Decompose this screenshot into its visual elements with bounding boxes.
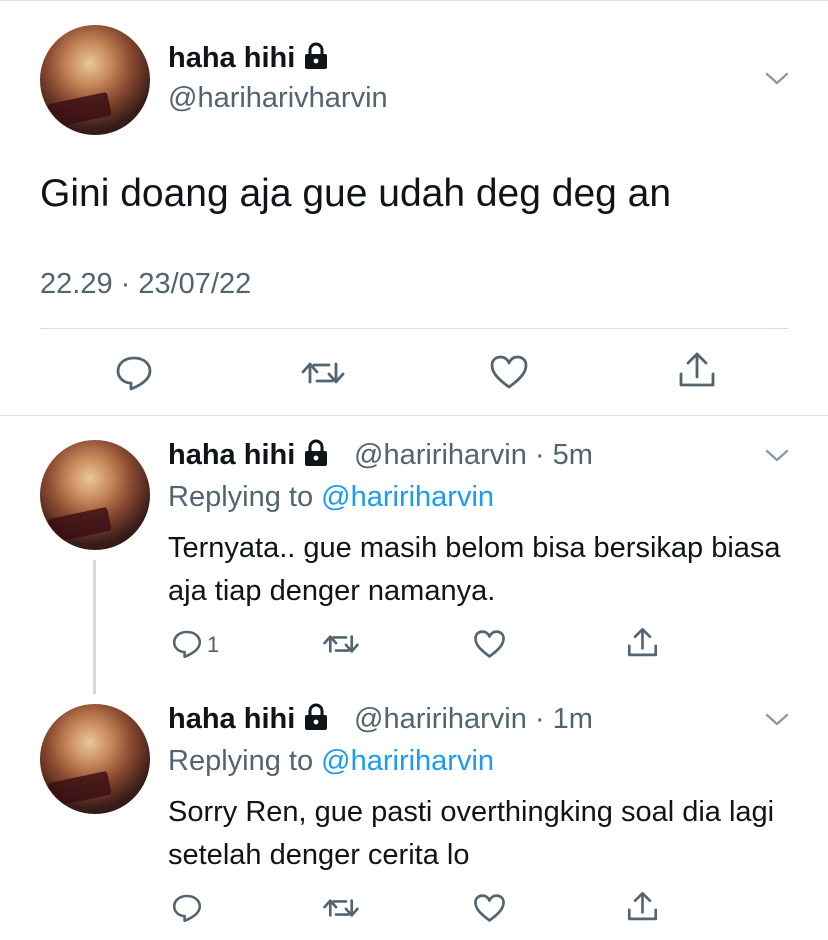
handle[interactable]: @hariharivharvin <box>168 82 388 115</box>
avatar[interactable] <box>40 25 150 135</box>
like-icon[interactable] <box>473 893 506 923</box>
tweet-text: Sorry Ren, gue pasti overthingking soal … <box>168 796 775 871</box>
chevron-down-icon[interactable] <box>764 447 790 465</box>
handle-and-time[interactable]: @haririharvin · 1m <box>354 703 593 736</box>
chevron-down-icon[interactable] <box>764 711 790 729</box>
relative-time: 1m <box>552 703 593 735</box>
replying-to-label: Replying to <box>168 745 314 777</box>
like-icon[interactable] <box>473 629 506 659</box>
replying-to-label: Replying to <box>168 481 314 513</box>
display-name-text: haha hihi <box>168 703 296 735</box>
reply-count: 1 <box>207 632 220 657</box>
handle: @haririharvin <box>354 703 527 735</box>
separator: · <box>526 703 553 735</box>
handle: @haririharvin <box>354 439 527 471</box>
section-divider <box>0 415 828 416</box>
relative-time: 5m <box>552 439 593 471</box>
share-icon[interactable] <box>677 350 717 390</box>
replying-to: Replying to @haririharvin <box>168 481 494 514</box>
retweet-icon[interactable] <box>322 630 360 658</box>
retweet-icon[interactable] <box>300 356 346 390</box>
timestamp[interactable]: 22.29 · 23/07/22 <box>40 268 251 301</box>
display-name[interactable]: haha hihi <box>168 42 329 75</box>
avatar[interactable] <box>40 704 150 814</box>
replying-to: Replying to @haririharvin <box>168 745 494 778</box>
lock-icon <box>305 439 328 466</box>
reply-icon[interactable] <box>171 892 203 924</box>
share-icon[interactable] <box>626 890 659 923</box>
display-name[interactable]: haha hihi <box>168 703 329 736</box>
replying-to-link[interactable]: @haririharvin <box>321 745 494 777</box>
display-name-text: haha hihi <box>168 42 296 74</box>
action-divider <box>40 328 788 329</box>
chevron-down-icon[interactable] <box>764 70 790 88</box>
display-name[interactable]: haha hihi <box>168 439 329 472</box>
separator: · <box>526 439 553 471</box>
like-icon[interactable] <box>489 354 529 390</box>
thread-line <box>93 560 96 694</box>
reply-icon[interactable] <box>114 354 154 392</box>
share-icon[interactable] <box>626 626 659 659</box>
lock-icon <box>305 42 328 69</box>
tweet-text: Ternyata.. gue masih belom bisa bersikap… <box>168 532 781 607</box>
lock-icon <box>305 703 328 730</box>
retweet-icon[interactable] <box>322 894 360 922</box>
reply-icon[interactable] <box>171 628 203 660</box>
replying-to-link[interactable]: @haririharvin <box>321 481 494 513</box>
tweet-text: Gini doang aja gue udah deg deg an <box>40 172 672 215</box>
handle-and-time[interactable]: @haririharvin · 5m <box>354 439 593 472</box>
display-name-text: haha hihi <box>168 439 296 471</box>
avatar[interactable] <box>40 440 150 550</box>
top-divider <box>0 0 828 1</box>
